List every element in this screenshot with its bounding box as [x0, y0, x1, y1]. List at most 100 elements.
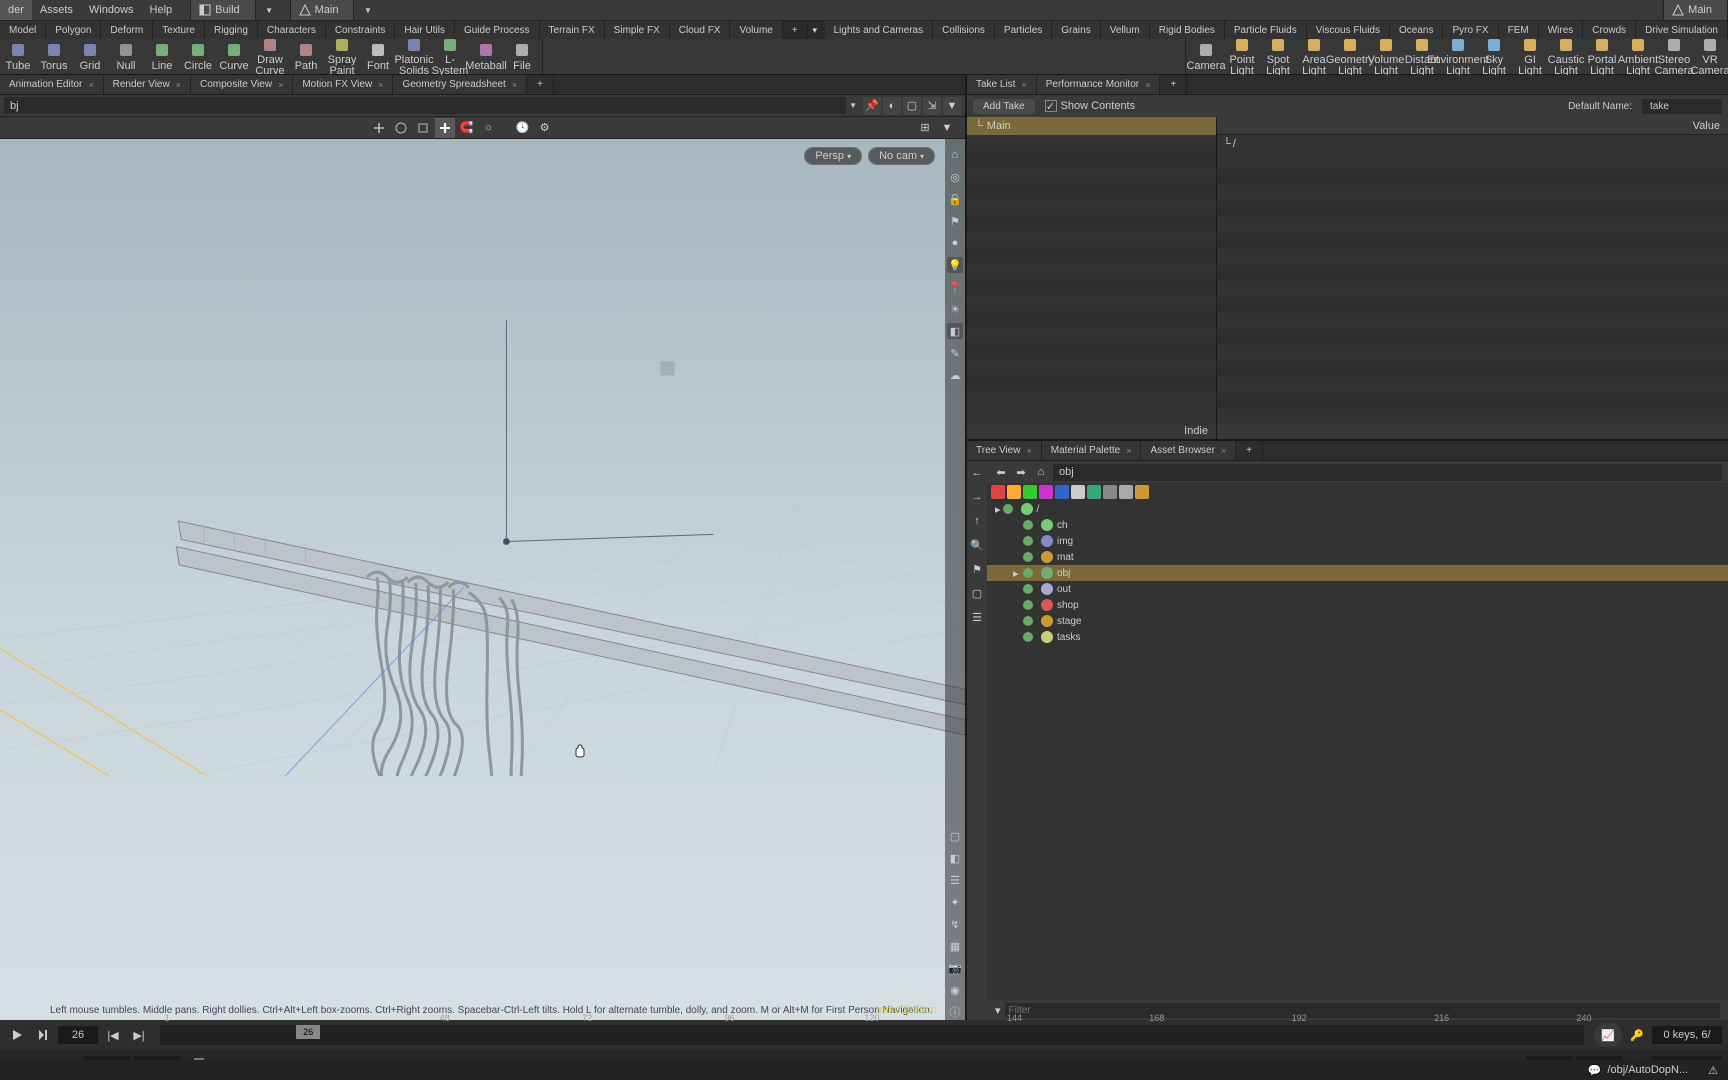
tab-render-view[interactable]: Render View×: [104, 75, 191, 94]
path-menu-icon[interactable]: ▼: [943, 97, 961, 115]
nav-home-icon[interactable]: ⌂: [1033, 464, 1049, 480]
tree-item-ch[interactable]: ch: [987, 517, 1728, 533]
flag-icon[interactable]: ⚑: [947, 213, 963, 229]
cube-icon[interactable]: ◧: [947, 323, 963, 339]
shelf-tab-guide-process[interactable]: Guide Process: [455, 21, 540, 39]
status-warning-icon[interactable]: ⚠: [1708, 1064, 1718, 1077]
first-frame-button[interactable]: |◀: [102, 1024, 124, 1046]
path-link-icon[interactable]: ⇲: [923, 97, 941, 115]
tool-spray-paint[interactable]: Spray Paint: [324, 39, 360, 74]
tool-line[interactable]: Line: [144, 39, 180, 74]
filter-input[interactable]: [1005, 1003, 1720, 1018]
light-icon[interactable]: 💡: [947, 257, 963, 273]
tool-path[interactable]: Path: [288, 39, 324, 74]
net-flag-icon[interactable]: ⚑: [969, 561, 985, 577]
tool-font[interactable]: Font: [360, 39, 396, 74]
tree-item-img[interactable]: img: [987, 533, 1728, 549]
tool-curve[interactable]: Curve: [216, 39, 252, 74]
shelf-tab-deform[interactable]: Deform: [101, 21, 153, 39]
tab-motion-fx-view[interactable]: Motion FX View×: [293, 75, 393, 94]
tree-item-root[interactable]: ▸/: [987, 501, 1728, 517]
net-fwd-icon[interactable]: →: [969, 489, 985, 505]
net-back-icon[interactable]: ←: [969, 465, 985, 481]
tool-environment-light[interactable]: Environment Light: [1440, 39, 1476, 74]
cloud-icon[interactable]: ☁: [947, 367, 963, 383]
tree-item-mat[interactable]: mat: [987, 549, 1728, 565]
menu-help[interactable]: Help: [142, 0, 181, 20]
step-fwd-button[interactable]: [32, 1024, 54, 1046]
opt2-icon[interactable]: ◧: [947, 850, 963, 866]
net-filter-5[interactable]: [1071, 485, 1085, 499]
last-frame-button[interactable]: ▶|: [128, 1024, 150, 1046]
help-icon[interactable]: ⓘ: [947, 1004, 963, 1020]
add-take-button[interactable]: Add Take: [973, 99, 1035, 114]
tool-ambient-light[interactable]: Ambient Light: [1620, 39, 1656, 74]
default-name-input[interactable]: take: [1642, 99, 1722, 114]
tool-portal-light[interactable]: Portal Light: [1584, 39, 1620, 74]
network-tree[interactable]: ▸/chimgmat▸objoutshopstagetasks: [987, 501, 1728, 1000]
timeline-marker[interactable]: 26: [296, 1025, 320, 1039]
shelf-tab-rigid-bodies[interactable]: Rigid Bodies: [1150, 21, 1225, 39]
tab-tree-view[interactable]: Tree View×: [967, 441, 1042, 460]
tree-item-obj[interactable]: ▸obj: [987, 565, 1728, 581]
network-path-input[interactable]: obj: [1053, 464, 1722, 481]
viewport-linkcam-pill[interactable]: No cam▾: [868, 147, 935, 165]
tool-null[interactable]: Null: [108, 39, 144, 74]
menu-windows[interactable]: Windows: [81, 0, 142, 20]
opt1-icon[interactable]: ▢: [947, 828, 963, 844]
tool-torus[interactable]: Torus: [36, 39, 72, 74]
handle-scale-icon[interactable]: [413, 118, 433, 138]
shelf-tab-add[interactable]: +: [783, 21, 808, 39]
net-filter-3[interactable]: [1039, 485, 1053, 499]
tab-take-list[interactable]: Take List×: [967, 75, 1037, 94]
tool-draw-curve[interactable]: Draw Curve: [252, 39, 288, 74]
tab-performance-monitor[interactable]: Performance Monitor×: [1037, 75, 1161, 94]
shelf-tab-polygon[interactable]: Polygon: [46, 21, 101, 39]
desktop-selector-center[interactable]: Main: [290, 0, 355, 20]
shelf-tab-model[interactable]: Model: [0, 21, 46, 39]
menu-der[interactable]: der: [0, 0, 32, 20]
viewport-camera-pill[interactable]: Persp▾: [804, 147, 862, 165]
tab-geometry-spreadsheet[interactable]: Geometry Spreadsheet×: [393, 75, 527, 94]
tool-camera[interactable]: Camera: [1188, 39, 1224, 74]
path-ghost-icon[interactable]: ◐: [883, 97, 901, 115]
net-opt-icon[interactable]: ☰: [969, 609, 985, 625]
autokey-button[interactable]: 🔑: [1626, 1024, 1648, 1046]
handle-translate-icon[interactable]: [369, 118, 389, 138]
snap-options-icon[interactable]: ○: [479, 118, 499, 138]
tool-gi-light[interactable]: GI Light: [1512, 39, 1548, 74]
viewport[interactable]: Persp▾ No cam▾ ⌂ ◎ 🔒 ⚑ ● 💡 📍 ☀ ◧ ✎ ☁ ▢ ◧…: [0, 139, 965, 1020]
tool-platonic-solids[interactable]: Platonic Solids: [396, 39, 432, 74]
pin2-icon[interactable]: 📍: [947, 279, 963, 295]
tab-add[interactable]: +: [527, 75, 554, 94]
net-filter-1[interactable]: [1007, 485, 1021, 499]
tab-composite-view[interactable]: Composite View×: [191, 75, 293, 94]
timeline-track[interactable]: 26 1487296120144168192216240: [160, 1025, 1584, 1045]
net-up-icon[interactable]: ↑: [969, 513, 985, 529]
opt7-icon[interactable]: 📷: [947, 960, 963, 976]
tool-sky-light[interactable]: Sky Light: [1476, 39, 1512, 74]
net-filter-9[interactable]: [1135, 485, 1149, 499]
sun-icon[interactable]: ☀: [947, 301, 963, 317]
shelf-tab-grains[interactable]: Grains: [1052, 21, 1100, 39]
shelf-tab-rigging[interactable]: Rigging: [205, 21, 258, 39]
shelf-tab-vellum[interactable]: Vellum: [1101, 21, 1150, 39]
viewport-menu-icon[interactable]: ▼: [937, 118, 957, 138]
net-filter-7[interactable]: [1103, 485, 1117, 499]
tree-item-shop[interactable]: shop: [987, 597, 1728, 613]
take-root-item[interactable]: /: [1233, 138, 1236, 150]
menu-assets[interactable]: Assets: [32, 0, 81, 20]
net-find-icon[interactable]: 🔍: [969, 537, 985, 553]
target-icon[interactable]: ◎: [947, 169, 963, 185]
sphere-icon[interactable]: ●: [947, 235, 963, 251]
shelf-tab-simple-fx[interactable]: Simple FX: [605, 21, 670, 39]
path-box-icon[interactable]: ▢: [903, 97, 921, 115]
net-filter-6[interactable]: [1087, 485, 1101, 499]
tab-asset-browser[interactable]: Asset Browser×: [1141, 441, 1236, 460]
nav-fwd-icon[interactable]: ➡: [1013, 464, 1029, 480]
handle-rotate-icon[interactable]: [391, 118, 411, 138]
tool-caustic-light[interactable]: Caustic Light: [1548, 39, 1584, 74]
handle-world-icon[interactable]: [435, 118, 455, 138]
opt5-icon[interactable]: ↯: [947, 916, 963, 932]
tab-add[interactable]: +: [1236, 441, 1263, 460]
